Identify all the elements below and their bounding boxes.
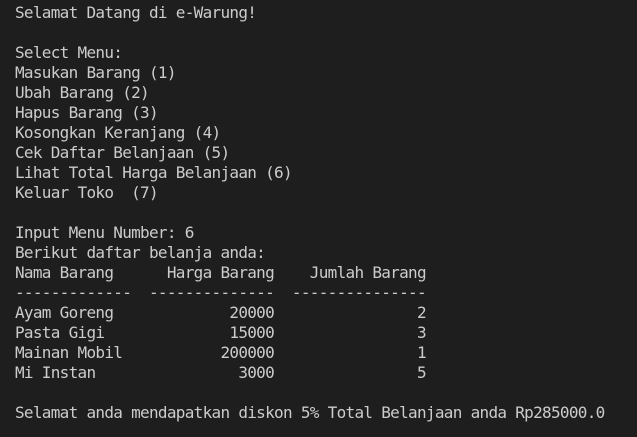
menu-title: Select Menu: [15,43,123,62]
table-header: Nama Barang Harga Barang Jumlah Barang [15,263,427,282]
greeting-line: Selamat Datang di e-Warung! [15,3,257,22]
table-row: Pasta Gigi 15000 3 [15,323,427,342]
list-title: Berikut daftar belanja anda: [15,243,266,262]
menu-item-keluar: Keluar Toko (7) [15,183,159,202]
table-separator: ------------- -------------- -----------… [15,283,427,302]
menu-item-masukan: Masukan Barang (1) [15,63,176,82]
table-row: Ayam Goreng 20000 2 [15,303,427,322]
summary-line: Selamat anda mendapatkan diskon 5% Total… [15,403,605,422]
menu-item-hapus: Hapus Barang (3) [15,103,159,122]
menu-item-cek-daftar: Cek Daftar Belanjaan (5) [15,143,230,162]
menu-item-kosongkan: Kosongkan Keranjang (4) [15,123,221,142]
table-row: Mainan Mobil 200000 1 [15,343,427,362]
menu-item-ubah: Ubah Barang (2) [15,83,150,102]
menu-item-lihat-total: Lihat Total Harga Belanjaan (6) [15,163,293,182]
terminal-output: Selamat Datang di e-Warung! Select Menu:… [15,3,637,437]
table-row: Mi Instan 3000 5 [15,363,427,382]
input-prompt-line: Input Menu Number: 6 [15,223,194,242]
